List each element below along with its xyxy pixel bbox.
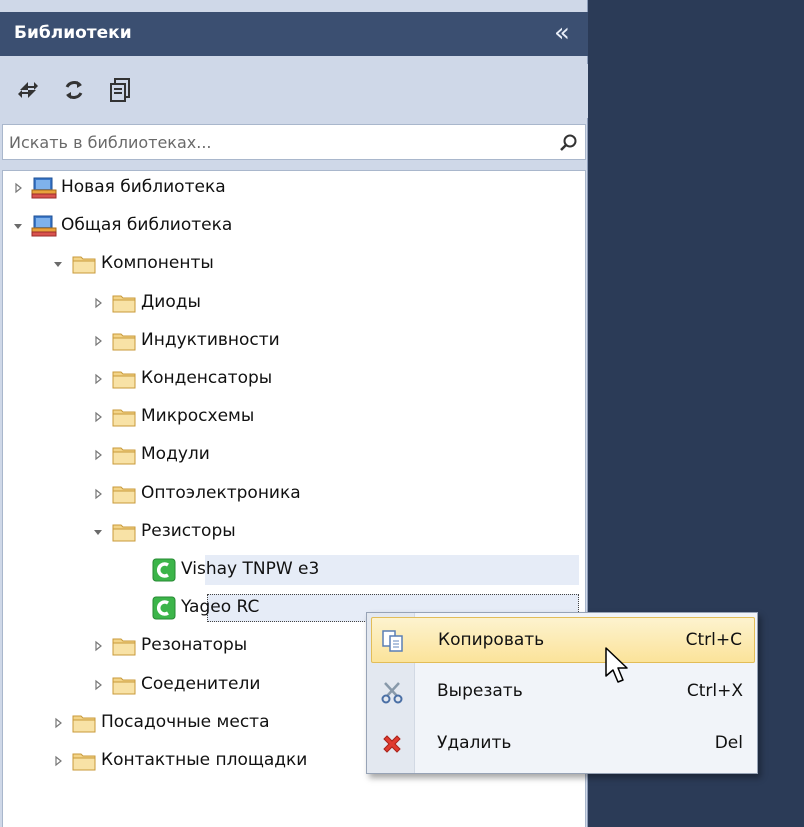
component-icon xyxy=(151,558,177,582)
refresh-button[interactable] xyxy=(58,74,90,106)
tree-item-label: Компоненты xyxy=(101,253,214,274)
folder-icon xyxy=(111,329,137,353)
folder-icon xyxy=(71,711,97,735)
folder-icon xyxy=(71,252,97,276)
refresh-icon xyxy=(65,81,83,99)
library-icon xyxy=(31,214,57,238)
search-box xyxy=(2,124,586,160)
copy-stack-button[interactable] xyxy=(104,74,136,106)
folder-icon xyxy=(71,749,97,773)
tree-item-label: Модули xyxy=(141,444,210,465)
menu-item-cut[interactable]: Вырезать Ctrl+X xyxy=(371,669,755,715)
tree-item-label: Контактные площадки xyxy=(101,750,308,770)
swap-arrows-icon xyxy=(18,82,38,98)
collapsed-arrow-icon[interactable] xyxy=(11,181,25,195)
collapsed-arrow-icon[interactable] xyxy=(91,448,105,462)
tree-folder-item[interactable]: Общая библиотека xyxy=(3,211,583,241)
folder-icon xyxy=(111,367,137,391)
expanded-arrow-icon[interactable] xyxy=(11,219,25,233)
collapsed-arrow-icon[interactable] xyxy=(51,716,65,730)
expanded-arrow-icon[interactable] xyxy=(91,525,105,539)
toolbar xyxy=(0,64,588,118)
collapsed-arrow-icon[interactable] xyxy=(91,334,105,348)
search-icon[interactable] xyxy=(557,132,579,154)
tree-component-item[interactable]: Vishay TNPW e3 xyxy=(3,555,583,585)
menu-shortcut: Del xyxy=(714,733,743,753)
tree-folder-item[interactable]: Микросхемы xyxy=(3,402,583,432)
tree-item-label: Yageo RC xyxy=(181,597,260,618)
scissors-icon xyxy=(381,682,403,704)
menu-label: Копировать xyxy=(438,630,545,650)
collapse-panel-button[interactable]: « xyxy=(548,18,576,48)
panel-header: Библиотеки « xyxy=(0,12,588,56)
tree-item-label: Резонаторы xyxy=(141,635,248,656)
menu-item-copy[interactable]: Копировать Ctrl+C xyxy=(371,617,755,663)
tree-item-label: Резисторы xyxy=(141,520,236,541)
context-menu: Копировать Ctrl+C Вырезать Ctrl+X Удалит… xyxy=(366,612,758,774)
tree-item-label: Микросхемы xyxy=(141,406,255,427)
tree-item-label: Соеденители xyxy=(141,673,261,694)
double-chevron-left-icon: « xyxy=(554,18,570,48)
folder-icon xyxy=(111,634,137,658)
menu-label: Удалить xyxy=(437,733,512,753)
tree-folder-item[interactable]: Конденсаторы xyxy=(3,364,583,394)
tree-item-label: Конденсаторы xyxy=(141,368,273,388)
component-icon xyxy=(151,596,177,620)
tree-item-label: Новая библиотека xyxy=(61,177,226,197)
collapsed-arrow-icon[interactable] xyxy=(91,678,105,692)
tree-item-label: Общая библиотека xyxy=(61,215,233,236)
swap-libraries-button[interactable] xyxy=(12,74,44,106)
library-icon xyxy=(31,176,57,200)
tree-item-label: Vishay TNPW e3 xyxy=(181,559,320,579)
copy-stack-icon xyxy=(110,78,130,102)
menu-label: Вырезать xyxy=(437,681,523,701)
tree-item-label: Индуктивности xyxy=(141,329,280,350)
collapsed-arrow-icon[interactable] xyxy=(91,487,105,501)
search-input[interactable] xyxy=(9,125,549,159)
copy-icon xyxy=(382,630,403,652)
tree-item-label: Оптоэлектроника xyxy=(141,482,301,503)
collapsed-arrow-icon[interactable] xyxy=(51,754,65,768)
tree-item-label: Диоды xyxy=(141,291,201,312)
folder-icon xyxy=(111,291,137,315)
menu-shortcut: Ctrl+C xyxy=(685,630,742,650)
tree-folder-item[interactable]: Диоды xyxy=(3,288,583,318)
delete-x-icon xyxy=(383,735,401,753)
tree-item-label: Посадочные места xyxy=(101,711,270,732)
folder-icon xyxy=(111,482,137,506)
mouse-cursor-icon xyxy=(605,647,628,683)
panel-title: Библиотеки xyxy=(14,23,132,43)
tree-folder-item[interactable]: Оптоэлектроника xyxy=(3,479,583,509)
tree-folder-item[interactable]: Индуктивности xyxy=(3,326,583,356)
collapsed-arrow-icon[interactable] xyxy=(91,296,105,310)
tree-folder-item[interactable]: Компоненты xyxy=(3,249,583,279)
collapsed-arrow-icon[interactable] xyxy=(91,372,105,386)
folder-icon xyxy=(111,443,137,467)
folder-icon xyxy=(111,673,137,697)
folder-icon xyxy=(111,405,137,429)
collapsed-arrow-icon[interactable] xyxy=(91,639,105,653)
tree-folder-item[interactable]: Модули xyxy=(3,440,583,470)
tree-folder-item[interactable]: Новая библиотека xyxy=(3,173,583,203)
collapsed-arrow-icon[interactable] xyxy=(91,410,105,424)
folder-icon xyxy=(111,520,137,544)
tree-folder-item[interactable]: Резисторы xyxy=(3,517,583,547)
menu-item-delete[interactable]: Удалить Del xyxy=(371,721,755,767)
expanded-arrow-icon[interactable] xyxy=(51,257,65,271)
menu-shortcut: Ctrl+X xyxy=(686,681,743,701)
